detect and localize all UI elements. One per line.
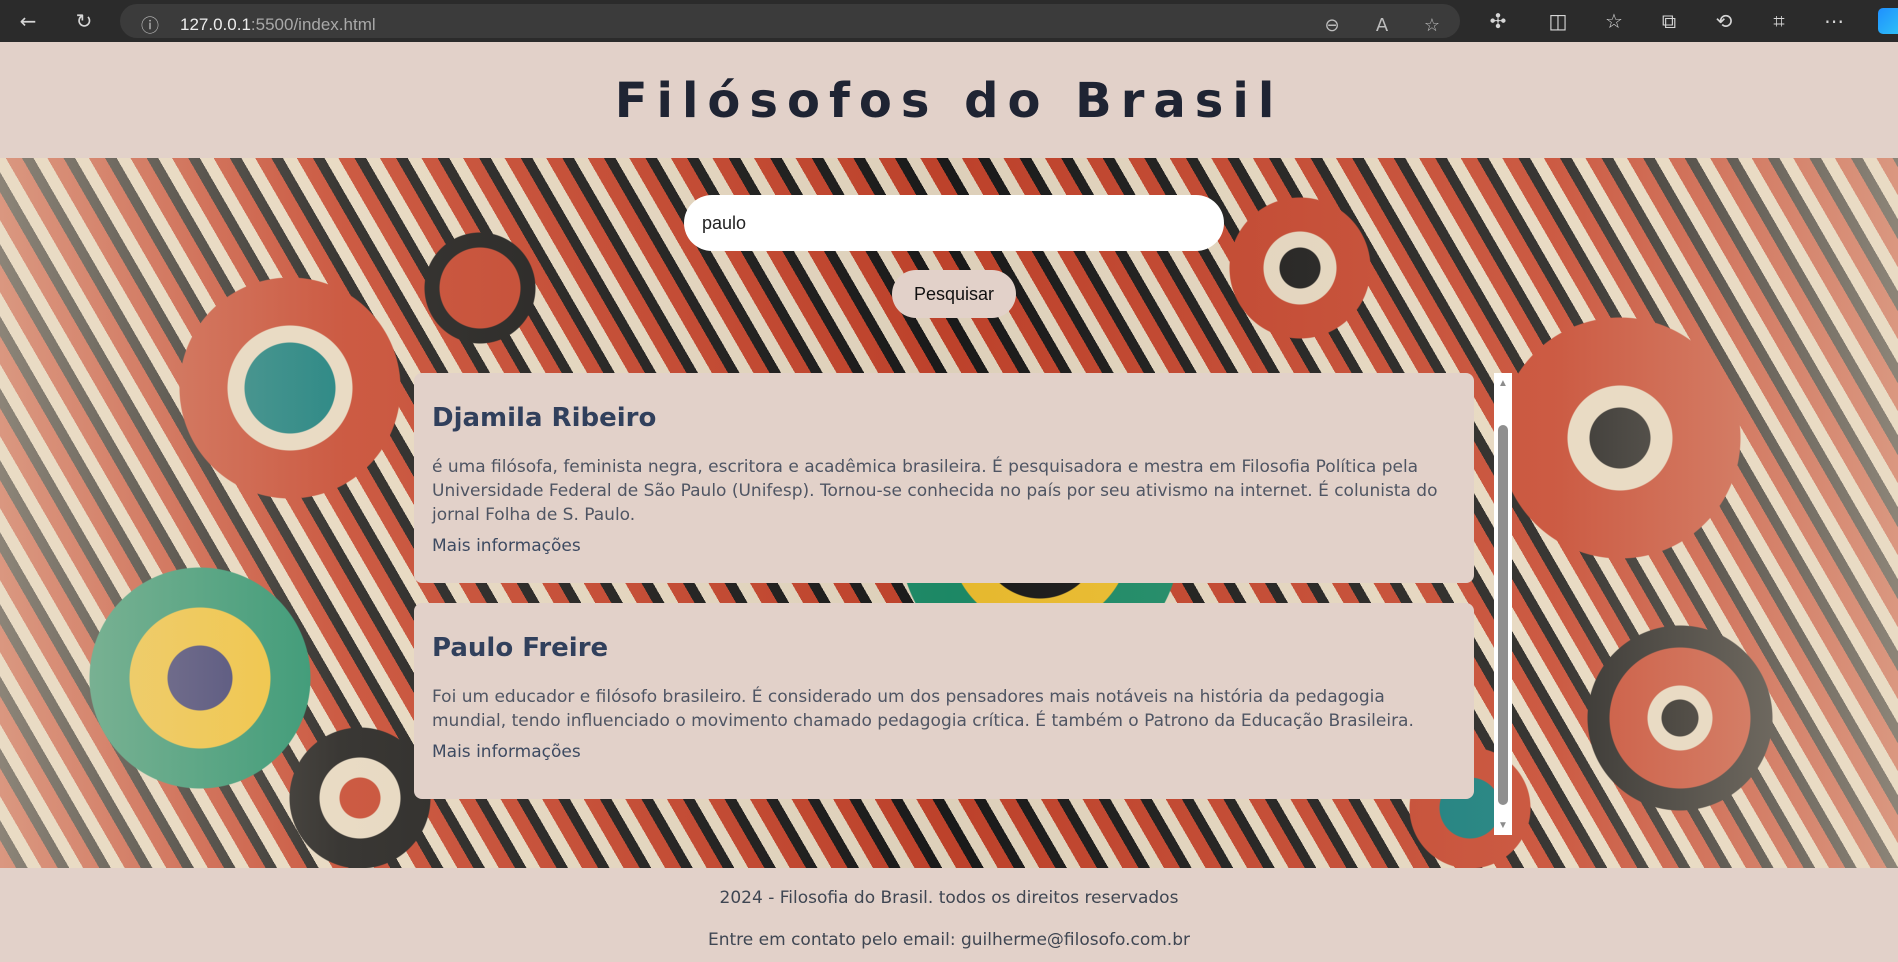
more-menu-icon[interactable]: ⋯ (1820, 7, 1848, 35)
screenshot-icon[interactable]: ⌗ (1765, 7, 1793, 35)
results-list[interactable]: Djamila Ribeiro é uma filósofa, feminist… (414, 373, 1512, 835)
search-input[interactable] (684, 195, 1224, 251)
zoom-icon[interactable]: ⊖ (1320, 13, 1344, 37)
philosopher-description: é uma filósofa, feminista negra, escrito… (432, 457, 1438, 525)
copyright-text: 2024 - Filosofia do Brasil. todos os dir… (719, 888, 1179, 908)
search-button[interactable]: Pesquisar (892, 270, 1016, 318)
philosopher-description: Foi um educador e filósofo brasileiro. É… (432, 687, 1414, 731)
favorites-icon[interactable]: ☆ (1600, 7, 1628, 35)
extensions-icon[interactable]: ✣ (1484, 7, 1512, 35)
contact-text: Entre em contato pelo email: guilherme@f… (708, 930, 1190, 950)
reload-icon[interactable]: ↻ (70, 7, 98, 35)
more-info-link[interactable]: Mais informações (432, 742, 581, 762)
address-bar[interactable]: ⓘ 127.0.0.1:5500/index.html ⊖ A ☆ (120, 4, 1460, 38)
scroll-down-arrow-icon[interactable]: ▼ (1494, 817, 1512, 833)
philosopher-name: Paulo Freire (432, 633, 609, 663)
read-aloud-icon[interactable]: A (1370, 13, 1394, 37)
favorite-star-icon[interactable]: ☆ (1420, 13, 1444, 37)
split-screen-icon[interactable]: ◫ (1544, 7, 1572, 35)
philosopher-name: Djamila Ribeiro (432, 403, 657, 433)
results-scrollbar[interactable]: ▲ ▼ (1494, 373, 1512, 835)
site-info-icon[interactable]: ⓘ (138, 13, 162, 37)
copilot-icon[interactable] (1878, 8, 1898, 34)
collections-icon[interactable]: ⧉ (1655, 7, 1683, 35)
scroll-up-arrow-icon[interactable]: ▲ (1494, 375, 1512, 391)
site-header: Filósofos do Brasil (0, 44, 1898, 158)
more-info-link[interactable]: Mais informações (432, 536, 581, 556)
history-icon[interactable]: ⟲ (1710, 7, 1738, 35)
url-text: 127.0.0.1:5500/index.html (180, 15, 376, 34)
scrollbar-thumb[interactable] (1498, 425, 1508, 805)
back-arrow-icon[interactable]: ← (14, 7, 42, 35)
page-title: Filósofos do Brasil (614, 73, 1284, 129)
philosopher-card: Paulo Freire Foi um educador e filósofo … (414, 603, 1474, 799)
philosopher-card: Djamila Ribeiro é uma filósofa, feminist… (414, 373, 1474, 583)
browser-toolbar: ← ↻ ⓘ 127.0.0.1:5500/index.html ⊖ A ☆ ✣ … (0, 0, 1898, 42)
site-footer: 2024 - Filosofia do Brasil. todos os dir… (0, 868, 1898, 962)
